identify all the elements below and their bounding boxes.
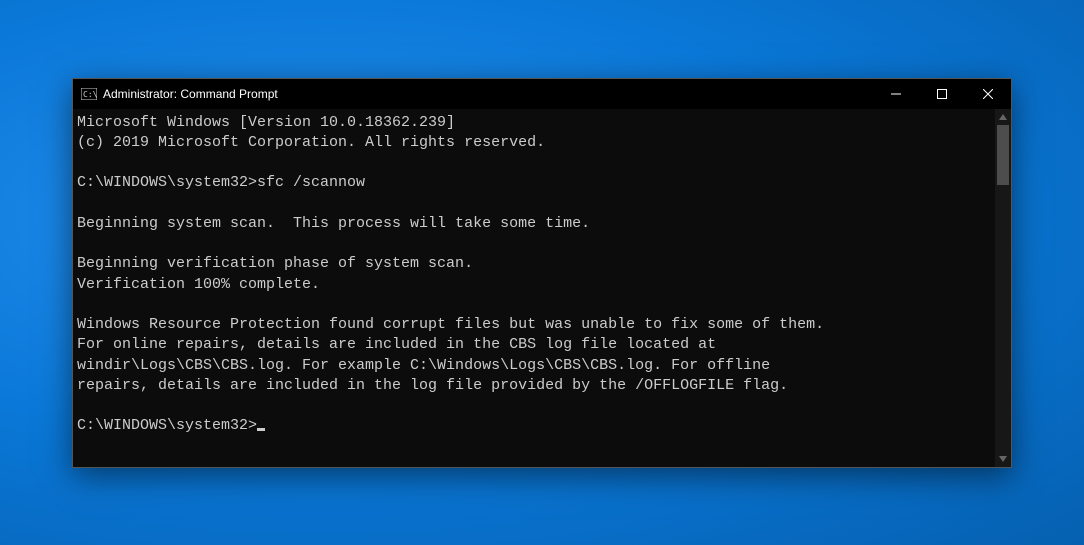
window-title: Administrator: Command Prompt bbox=[103, 87, 278, 101]
blank-line bbox=[77, 234, 991, 254]
svg-text:C:\: C:\ bbox=[83, 90, 97, 99]
scroll-up-arrow-icon[interactable] bbox=[995, 109, 1011, 125]
prompt-line: C:\WINDOWS\system32>sfc /scannow bbox=[77, 173, 991, 193]
scroll-thumb[interactable] bbox=[997, 125, 1009, 185]
scroll-track[interactable] bbox=[995, 125, 1011, 451]
vertical-scrollbar[interactable] bbox=[995, 109, 1011, 467]
close-button[interactable] bbox=[965, 79, 1011, 109]
output-line: For online repairs, details are included… bbox=[77, 335, 991, 355]
blank-line bbox=[77, 153, 991, 173]
blank-line bbox=[77, 295, 991, 315]
output-line: Verification 100% complete. bbox=[77, 275, 991, 295]
output-line: Microsoft Windows [Version 10.0.18362.23… bbox=[77, 113, 991, 133]
minimize-button[interactable] bbox=[873, 79, 919, 109]
cursor bbox=[257, 428, 265, 431]
prompt-line: C:\WINDOWS\system32> bbox=[77, 416, 991, 436]
command-prompt-window: C:\ Administrator: Command Prompt Micros… bbox=[72, 78, 1012, 468]
command-text: sfc /scannow bbox=[257, 174, 365, 191]
blank-line bbox=[77, 396, 991, 416]
terminal-output[interactable]: Microsoft Windows [Version 10.0.18362.23… bbox=[73, 109, 995, 467]
output-line: (c) 2019 Microsoft Corporation. All righ… bbox=[77, 133, 991, 153]
output-line: repairs, details are included in the log… bbox=[77, 376, 991, 396]
prompt-path: C:\WINDOWS\system32> bbox=[77, 174, 257, 191]
output-line: windir\Logs\CBS\CBS.log. For example C:\… bbox=[77, 356, 991, 376]
output-line: Windows Resource Protection found corrup… bbox=[77, 315, 991, 335]
cmd-icon: C:\ bbox=[81, 86, 97, 102]
titlebar[interactable]: C:\ Administrator: Command Prompt bbox=[73, 79, 1011, 109]
output-line: Beginning system scan. This process will… bbox=[77, 214, 991, 234]
output-line: Beginning verification phase of system s… bbox=[77, 254, 991, 274]
prompt-path: C:\WINDOWS\system32> bbox=[77, 417, 257, 434]
blank-line bbox=[77, 194, 991, 214]
maximize-button[interactable] bbox=[919, 79, 965, 109]
scroll-down-arrow-icon[interactable] bbox=[995, 451, 1011, 467]
window-body: Microsoft Windows [Version 10.0.18362.23… bbox=[73, 109, 1011, 467]
